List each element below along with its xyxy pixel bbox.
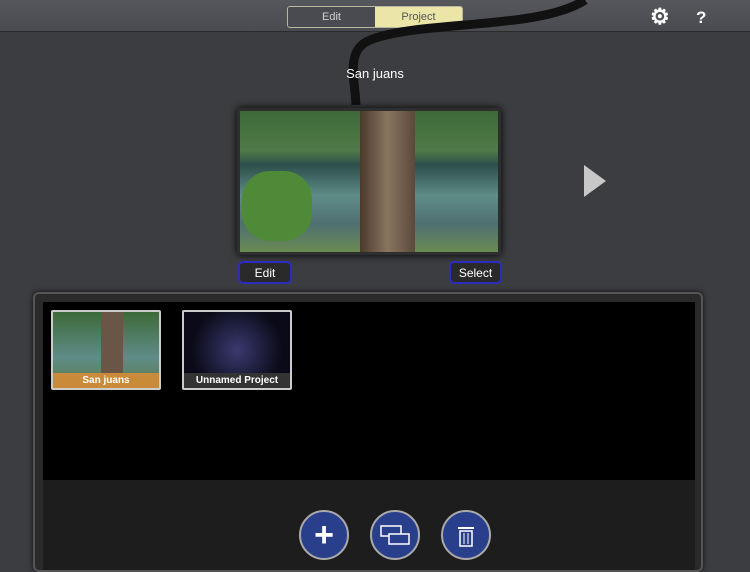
film-strips-icon [380, 525, 410, 545]
project-thumbnail[interactable]: Unnamed Project [182, 310, 292, 390]
top-bar: Edit Project ⚙ ? [0, 0, 750, 32]
duplicate-project-button[interactable] [370, 510, 420, 560]
project-name: San juans [53, 373, 159, 388]
preview-trunk [360, 111, 415, 252]
project-grid: San juans Unnamed Project [43, 302, 695, 480]
plus-icon: + [314, 515, 334, 554]
preview-bush [242, 171, 312, 241]
select-button[interactable]: Select [449, 261, 502, 284]
edit-button[interactable]: Edit [238, 261, 292, 284]
tab-edit[interactable]: Edit [288, 7, 375, 27]
project-name: Unnamed Project [184, 373, 290, 388]
preview-title: San juans [346, 66, 404, 81]
tab-project[interactable]: Project [375, 7, 462, 27]
mode-segmented-control: Edit Project [287, 6, 463, 28]
thumb-tree [101, 312, 123, 375]
gear-icon[interactable]: ⚙ [650, 4, 670, 30]
project-thumbnail[interactable]: San juans [51, 310, 161, 390]
project-browser: San juans Unnamed Project + [33, 292, 703, 572]
add-project-button[interactable]: + [299, 510, 349, 560]
play-icon[interactable] [584, 165, 606, 197]
project-preview[interactable] [237, 108, 501, 255]
delete-project-button[interactable] [441, 510, 491, 560]
help-button[interactable]: ? [696, 8, 706, 28]
toolbar-tray [43, 480, 695, 570]
trash-icon [458, 527, 474, 547]
